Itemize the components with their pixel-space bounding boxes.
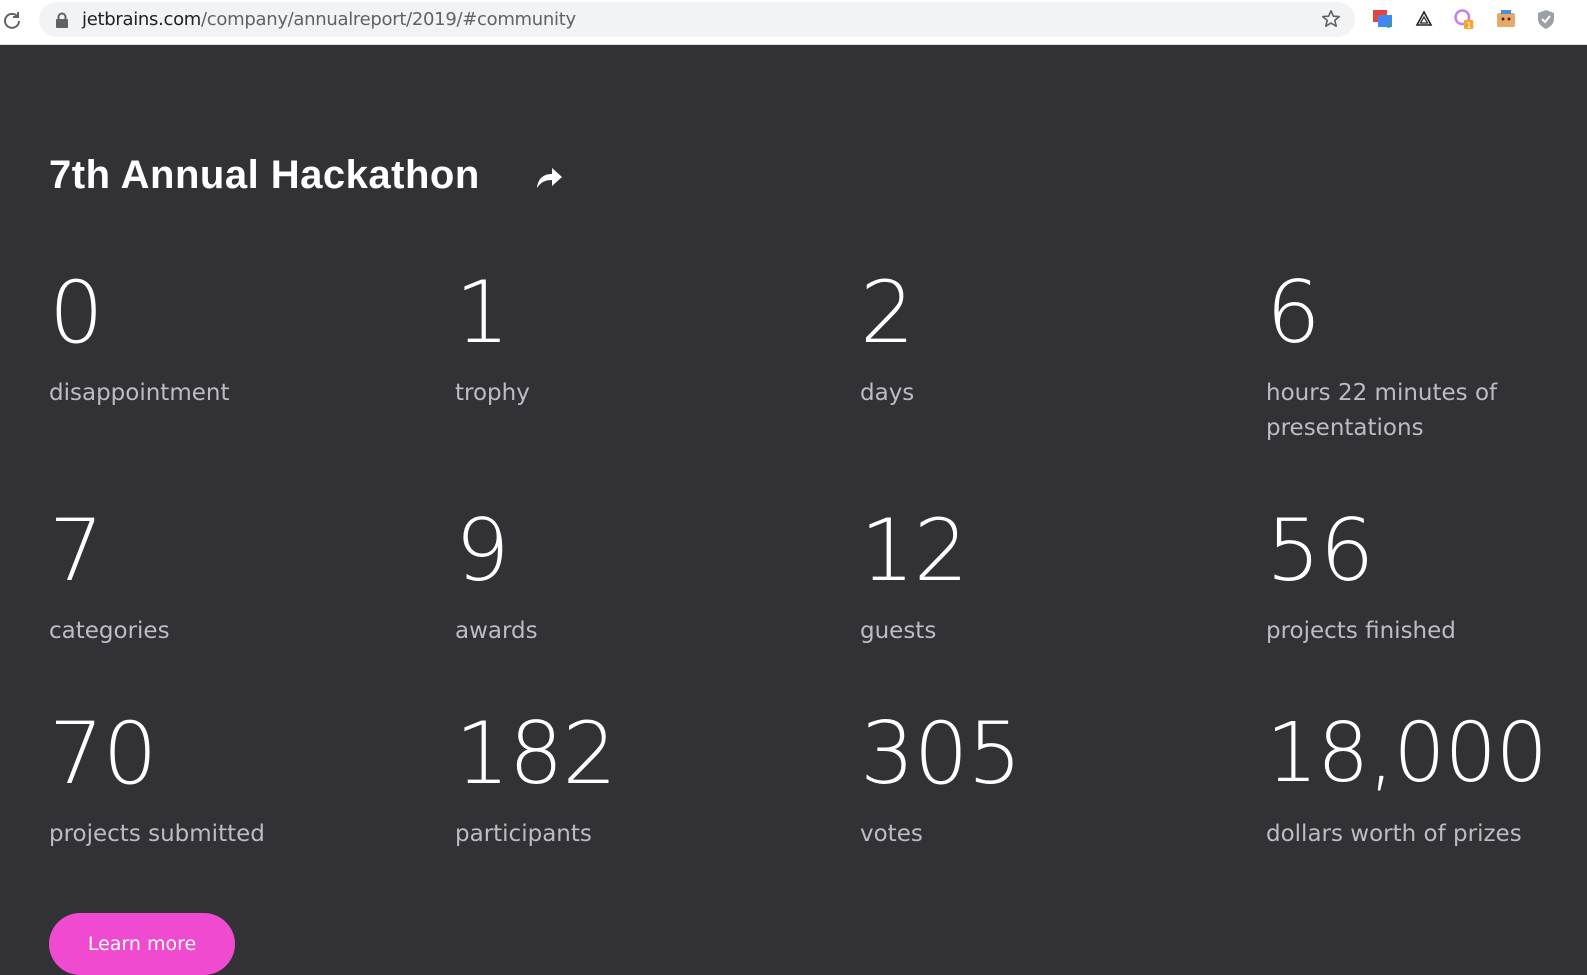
stat-label: hours 22 minutes of presentations xyxy=(1266,380,1498,441)
stat-projects-submitted: 70 projects submitted xyxy=(49,711,379,852)
stat-trophy: 1 trophy xyxy=(455,270,785,411)
stat-label: trophy xyxy=(455,380,530,406)
stat-label: guests xyxy=(860,618,937,644)
stat-votes: 305 votes xyxy=(860,711,1190,852)
stat-guests: 12 guests xyxy=(860,508,1190,649)
url-path: /company/annualreport/2019/#community xyxy=(201,9,576,30)
translate-badge: 9 xyxy=(1386,21,1392,30)
lock-icon xyxy=(56,12,68,28)
stat-label: awards xyxy=(455,618,538,644)
stat-categories: 7 categories xyxy=(49,508,379,649)
stat-presentation-hours: 6 hours 22 minutes of presentations xyxy=(1266,270,1566,446)
stat-value: 12 xyxy=(860,501,968,601)
learn-more-button[interactable]: Learn more xyxy=(49,913,235,975)
browser-toolbar: jetbrains.com/company/annualreport/2019/… xyxy=(0,0,1587,45)
stat-awards: 9 awards xyxy=(455,508,785,649)
stat-projects-finished: 56 projects finished xyxy=(1266,508,1566,649)
url-host: jetbrains.com xyxy=(82,9,202,30)
stat-participants: 182 participants xyxy=(455,711,785,852)
stat-value: 7 xyxy=(49,501,104,601)
stat-label: participants xyxy=(455,821,592,847)
stat-label: disappointment xyxy=(49,380,230,406)
face-extension-icon[interactable] xyxy=(1495,8,1517,30)
stat-value: 0 xyxy=(49,263,104,363)
stat-value: 1 xyxy=(455,263,510,363)
stat-label: projects submitted xyxy=(49,821,265,847)
stat-value: 70 xyxy=(49,704,157,804)
stat-disappointment: 0 disappointment xyxy=(49,270,379,411)
stat-label: dollars worth of prizes xyxy=(1266,821,1522,847)
stat-days: 2 days xyxy=(860,270,1190,411)
shield-extension-icon[interactable] xyxy=(1535,8,1557,30)
translate-extension-icon[interactable]: 9 xyxy=(1372,8,1394,30)
reload-button[interactable] xyxy=(0,8,24,32)
section-title: 7th Annual Hackathon xyxy=(49,153,480,197)
stat-value: 9 xyxy=(455,501,510,601)
stat-value: 56 xyxy=(1266,501,1374,601)
stat-label: categories xyxy=(49,618,170,644)
reload-icon xyxy=(4,12,20,29)
address-bar[interactable]: jetbrains.com/company/annualreport/2019/… xyxy=(39,2,1355,37)
circle-extension-badge: 1 xyxy=(1467,21,1472,30)
circle-extension-icon[interactable]: 1 xyxy=(1453,8,1475,30)
stat-value: 18,000 xyxy=(1266,706,1548,801)
bookmark-star-icon[interactable] xyxy=(1321,9,1341,29)
share-arrow-icon[interactable] xyxy=(533,164,565,192)
stat-value: 305 xyxy=(860,704,1022,804)
triangle-extension-icon[interactable] xyxy=(1413,8,1435,30)
stat-label: projects finished xyxy=(1266,618,1456,644)
stat-label: days xyxy=(860,380,915,406)
stat-value: 2 xyxy=(860,263,915,363)
stat-value: 182 xyxy=(455,704,617,804)
stat-prize-dollars: 18,000 dollars worth of prizes xyxy=(1266,711,1582,852)
stat-value: 6 xyxy=(1266,263,1321,363)
url-text[interactable]: jetbrains.com/company/annualreport/2019/… xyxy=(82,10,576,30)
stat-label: votes xyxy=(860,821,923,847)
